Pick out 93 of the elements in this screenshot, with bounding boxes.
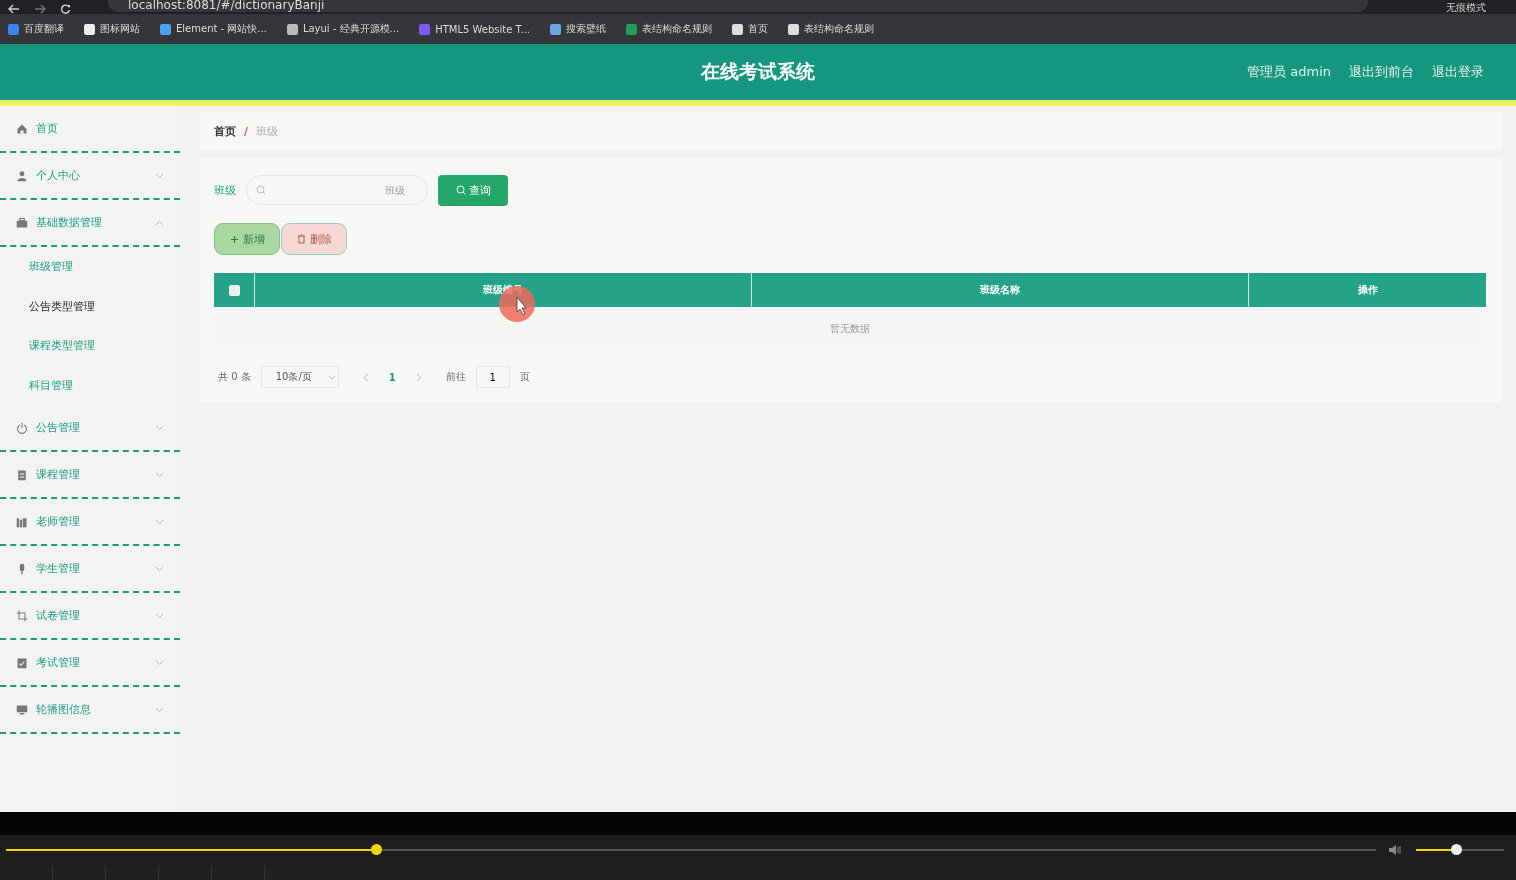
favicon-icon xyxy=(732,23,744,35)
chevron-down-icon xyxy=(327,374,336,380)
search-icon xyxy=(256,185,266,195)
volume-handle[interactable] xyxy=(1450,844,1462,855)
bookmark[interactable]: 表结构命名规则 xyxy=(626,22,713,36)
favicon-icon xyxy=(160,23,171,35)
chevron-down-icon xyxy=(155,518,164,525)
address-bar[interactable]: localhost:8081/#/dictionaryBanji xyxy=(108,0,1368,12)
bookmark[interactable]: Layui - 经典开源模... xyxy=(286,22,400,36)
app-title: 在线考试系统 xyxy=(701,59,815,84)
goto-label: 前往 xyxy=(445,370,466,384)
power-icon xyxy=(16,421,28,434)
sidebar-item[interactable]: 老师管理 xyxy=(0,499,180,546)
incognito-label[interactable]: 无痕模式 xyxy=(1446,2,1486,14)
sidebar-label: 学生管理 xyxy=(36,561,80,576)
forward-icon[interactable] xyxy=(34,4,46,14)
sidebar-item[interactable]: 课程管理 xyxy=(0,452,180,499)
submenu-item[interactable]: 公告类型管理 xyxy=(0,286,180,326)
submenu-item[interactable]: 班级管理 xyxy=(0,247,180,287)
reload-icon[interactable] xyxy=(60,4,71,14)
bookmark[interactable]: 搜索壁纸 xyxy=(550,22,607,36)
favicon-icon xyxy=(8,23,19,35)
sidebar-item[interactable]: 首页 xyxy=(0,106,180,153)
submenu-item[interactable]: 课程类型管理 xyxy=(0,326,180,366)
favicon-icon xyxy=(286,23,298,35)
page-number[interactable]: 1 xyxy=(388,371,396,383)
bookmark[interactable]: 表结构命名规则 xyxy=(788,22,875,36)
sidebar-label: 试卷管理 xyxy=(36,608,80,623)
goto-page-field[interactable]: 1 xyxy=(475,366,510,388)
breadcrumb-separator: / xyxy=(244,124,249,138)
chevron-down-icon xyxy=(155,424,164,431)
chevron-down-icon xyxy=(155,565,164,572)
home-icon xyxy=(16,122,28,135)
favicon-icon xyxy=(84,23,95,35)
volume-icon[interactable] xyxy=(1388,844,1404,856)
sidebar-label: 个人中心 xyxy=(36,168,80,183)
sidebar-item[interactable]: 考试管理 xyxy=(0,640,180,687)
sidebar-item[interactable]: 个人中心 xyxy=(0,153,180,200)
chevron-down-icon xyxy=(155,659,164,666)
sidebar-label: 老师管理 xyxy=(36,514,80,529)
back-icon[interactable] xyxy=(8,4,20,14)
total-count: 共 0 条 xyxy=(218,370,251,384)
bookmark[interactable]: 百度翻译 xyxy=(8,22,64,36)
books-icon xyxy=(16,515,28,528)
select-all-checkbox[interactable] xyxy=(228,284,240,296)
sidebar-label: 课程管理 xyxy=(36,467,80,482)
search-field[interactable]: 班级 xyxy=(246,175,428,205)
chevron-down-icon xyxy=(155,172,164,179)
sidebar-item[interactable]: 基础数据管理 xyxy=(0,200,180,247)
sidebar-label: 基础数据管理 xyxy=(36,215,102,230)
page-size-select[interactable]: 10条/页 xyxy=(260,366,339,388)
bookmark[interactable]: 首页 xyxy=(732,22,769,36)
page-suffix: 页 xyxy=(519,370,530,384)
clipboard-icon xyxy=(16,468,28,481)
bookmark[interactable]: HTML5 Website T... xyxy=(419,23,531,35)
monitor-icon xyxy=(16,703,28,716)
chevron-down-icon xyxy=(155,471,164,478)
header-link[interactable]: 管理员 admin xyxy=(1247,63,1331,81)
search-icon xyxy=(455,185,466,195)
chevron-down-icon xyxy=(155,612,164,619)
sidebar-label: 轮播图信息 xyxy=(36,702,91,717)
plus-icon xyxy=(229,234,239,244)
submenu-item[interactable]: 科目管理 xyxy=(0,365,180,405)
favicon-icon xyxy=(626,23,638,35)
delete-button[interactable]: 删除 xyxy=(281,223,347,255)
user-icon xyxy=(16,169,28,182)
checklist-icon xyxy=(16,656,28,669)
chevron-up-icon xyxy=(155,219,164,226)
header-link[interactable]: 退出到前台 xyxy=(1349,63,1414,81)
bookmark[interactable]: Element - 网站快... xyxy=(160,22,267,36)
search-label: 班级 xyxy=(214,182,236,198)
sidebar-item[interactable]: 试卷管理 xyxy=(0,593,180,640)
favicon-icon xyxy=(550,23,562,35)
search-button[interactable]: 查询 xyxy=(438,174,508,206)
sidebar-item[interactable]: 公告管理 xyxy=(0,405,180,452)
bookmark[interactable]: 图标网站 xyxy=(84,22,140,36)
sidebar-item[interactable]: 学生管理 xyxy=(0,546,180,593)
briefcase-icon xyxy=(16,216,28,229)
header-link[interactable]: 退出登录 xyxy=(1432,63,1484,81)
add-button[interactable]: 新增 xyxy=(214,223,280,255)
breadcrumb-link[interactable]: 首页 xyxy=(214,123,236,139)
breadcrumb-current: 班级 xyxy=(256,123,279,139)
sidebar-item[interactable]: 轮播图信息 xyxy=(0,687,180,734)
favicon-icon xyxy=(419,23,431,35)
trash-icon xyxy=(296,234,306,244)
sidebar-label: 公告管理 xyxy=(36,420,80,435)
empty-message: 暂无数据 xyxy=(830,322,870,336)
crop-icon xyxy=(16,609,28,622)
chevron-down-icon xyxy=(155,706,164,713)
sidebar-label: 考试管理 xyxy=(36,655,80,670)
favicon-icon xyxy=(788,23,800,35)
progress-handle[interactable] xyxy=(370,844,382,855)
sidebar-label: 首页 xyxy=(36,121,58,136)
